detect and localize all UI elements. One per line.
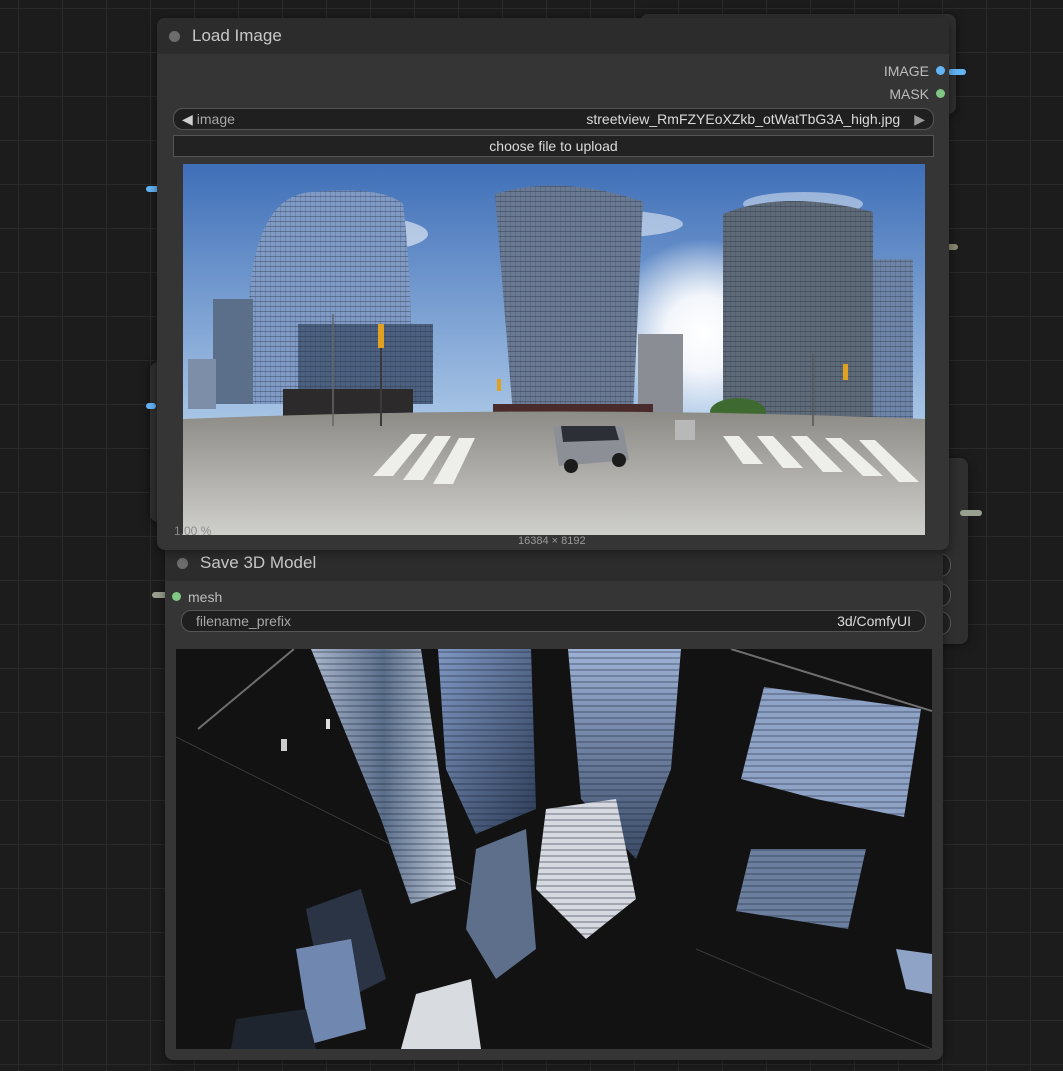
mesh-input-slot-icon[interactable] [172,592,181,601]
background-node-percent-label: 1.00 % [174,524,212,538]
load-image-node[interactable]: Load Image IMAGE MASK ◀ image streetview… [157,18,949,550]
save-3d-model-node[interactable]: Save 3D Model mesh filename_prefix 3d/Co… [165,545,943,1060]
wire-stub-left-blue-2 [146,403,156,409]
wire-stub-image-out [948,69,966,75]
image-combo-value: streetview_RmFZYEoXZkb_otWatTbG3A_high.j… [586,111,901,127]
choose-file-upload-button[interactable]: choose file to upload [173,135,934,157]
3d-mesh-render [176,649,932,1049]
node-title: Load Image [192,26,282,45]
save-3d-model-header[interactable]: Save 3D Model [165,545,943,581]
image-combo-widget[interactable]: ◀ image streetview_RmFZYEoXZkb_otWatTbG3… [173,108,934,130]
mask-output-label: MASK [889,86,929,102]
streetview-panorama-image [183,164,925,535]
mask-output-slot-icon[interactable] [936,89,945,98]
filename-prefix-value: 3d/ComfyUI [837,613,911,629]
graph-canvas[interactable]: Save 3D Model mesh filename_prefix 3d/Co… [0,0,1063,1071]
wire-stub-right-green [960,510,982,516]
filename-prefix-widget[interactable]: filename_prefix 3d/ComfyUI [181,610,926,632]
arrow-left-icon[interactable]: ◀ [182,111,193,128]
arrow-right-icon[interactable]: ▶ [914,111,925,128]
image-preview [183,164,925,535]
3d-viewport[interactable] [176,649,932,1049]
image-output-slot-icon[interactable] [936,66,945,75]
collapse-dot-icon[interactable] [177,557,188,569]
image-combo-label: image [196,111,235,127]
image-output-label: IMAGE [883,63,929,79]
filename-prefix-label: filename_prefix [196,613,291,629]
image-dimensions-label: 16384 × 8192 [518,535,586,547]
node-title: Save 3D Model [200,553,317,572]
mesh-input-label: mesh [188,589,223,605]
collapse-dot-icon[interactable] [169,30,180,42]
load-image-header[interactable]: Load Image [157,18,949,54]
